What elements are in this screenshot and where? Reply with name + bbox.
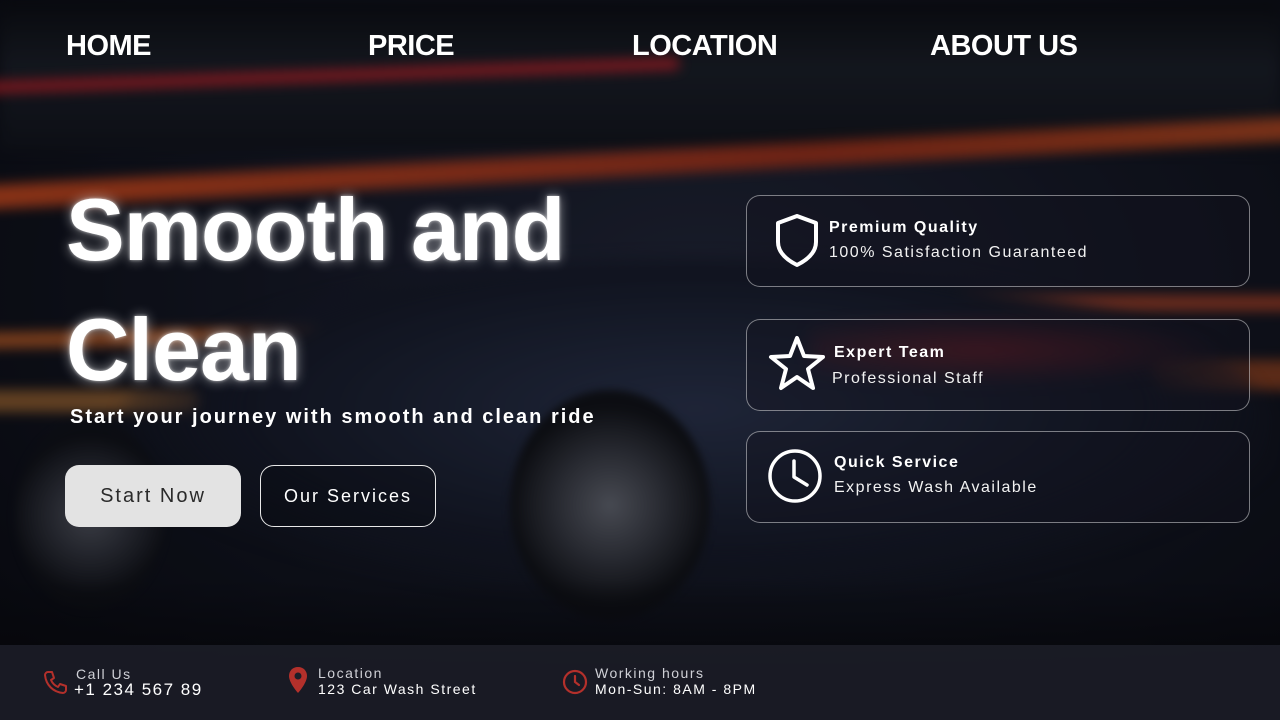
nav-link-home[interactable]: HOME — [66, 30, 152, 63]
feature-description: Professional Staff — [832, 370, 985, 387]
shield-icon — [769, 212, 825, 268]
feature-card-premium-quality: Premium Quality 100% Satisfaction Guaran… — [746, 195, 1250, 287]
phone-number[interactable]: +1 234 567 89 — [74, 680, 203, 700]
location-address: 123 Car Wash Street — [318, 681, 477, 697]
feature-title: Quick Service — [834, 454, 960, 471]
working-hours-value: Mon-Sun: 8AM - 8PM — [595, 681, 757, 697]
clock-icon — [562, 669, 588, 695]
feature-card-quick-service: Quick Service Express Wash Available — [746, 431, 1250, 523]
feature-title: Expert Team — [834, 344, 946, 361]
working-hours-label: Working hours — [595, 665, 705, 681]
map-pin-icon — [285, 665, 311, 693]
nav-link-location[interactable]: LOCATION — [632, 30, 778, 63]
main-nav: HOME PRICE LOCATION ABOUT US — [0, 30, 1280, 70]
feature-title: Premium Quality — [829, 219, 979, 236]
nav-link-price[interactable]: PRICE — [368, 30, 455, 63]
contact-info-bar: Call Us +1 234 567 89 Location 123 Car W… — [0, 645, 1280, 720]
location-label: Location — [318, 665, 383, 681]
our-services-button[interactable]: Our Services — [260, 465, 436, 527]
feature-description: 100% Satisfaction Guaranteed — [829, 244, 1089, 261]
hero-subtitle: Start your journey with smooth and clean… — [70, 406, 596, 428]
start-now-button[interactable]: Start Now — [65, 465, 241, 527]
phone-icon — [42, 669, 68, 695]
feature-description: Express Wash Available — [834, 479, 1038, 496]
clock-icon — [767, 448, 823, 504]
hero-title: Smooth and Clean — [66, 180, 565, 399]
nav-link-about-us[interactable]: ABOUT US — [930, 30, 1078, 63]
star-icon — [767, 334, 825, 390]
feature-card-expert-team: Expert Team Professional Staff — [746, 319, 1250, 411]
